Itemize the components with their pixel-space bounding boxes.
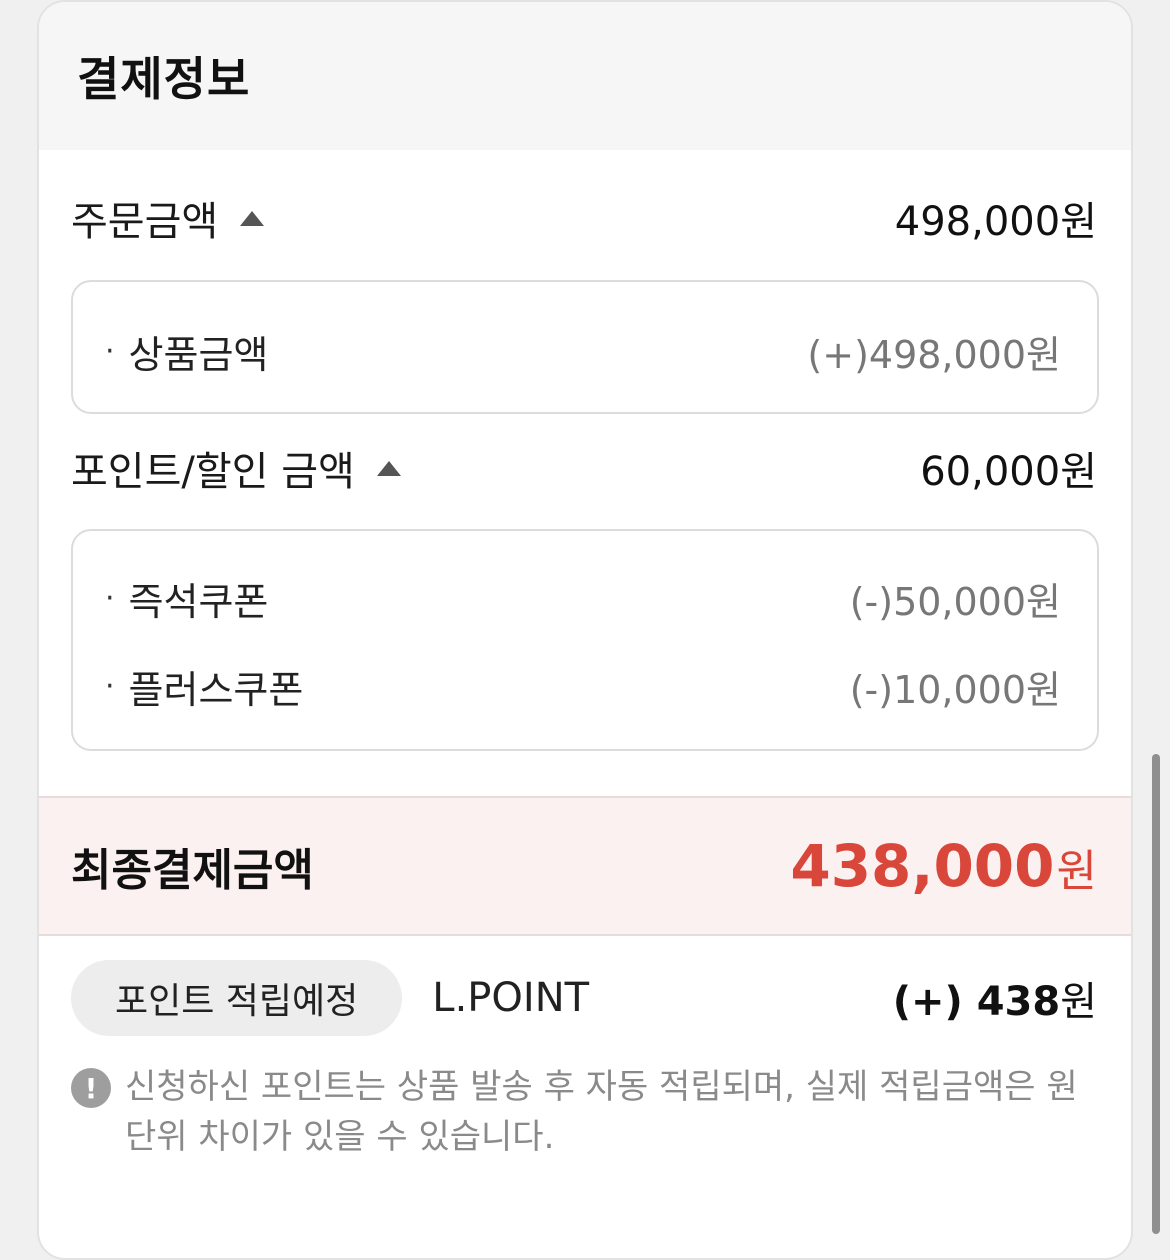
points-unit: 원 <box>1060 979 1097 1025</box>
exclamation-icon: ! <box>71 1068 111 1108</box>
points-badge: 포인트 적립예정 <box>71 960 403 1036</box>
plus-coupon-value: (-)10,000원 <box>849 668 1061 712</box>
list-item: · 즉석쿠폰 (-)50,000원 <box>105 571 1061 626</box>
points-row: 포인트 적립예정 L.POINT (+) 438원 <box>71 960 1097 1036</box>
product-amount-value: (+)498,000원 <box>807 333 1061 377</box>
bullet: · <box>105 581 115 616</box>
order-amount-value: 498,000원 <box>894 199 1097 245</box>
final-payment-amount: 438,000 원 <box>790 832 1097 900</box>
final-payment-label: 최종결제금액 <box>71 845 314 896</box>
bullet: · <box>105 669 115 704</box>
points-provider: L.POINT <box>432 975 590 1021</box>
card-header: 결제정보 <box>39 2 1131 150</box>
bullet: · <box>105 334 115 369</box>
final-payment-number: 438,000 <box>790 832 1055 900</box>
list-item: · 플러스쿠폰 (-)10,000원 <box>105 659 1061 714</box>
page-title: 결제정보 <box>77 52 251 106</box>
plus-coupon-label: 플러스쿠폰 <box>128 668 304 712</box>
discount-amount-label: 포인트/할인 금액 <box>71 449 355 495</box>
order-amount-row[interactable]: 주문금액 498,000원 <box>71 188 1097 248</box>
payment-info-card: 결제정보 주문금액 498,000원 · 상품금액 (+)498,000원 포인… <box>37 0 1133 1260</box>
caret-up-icon[interactable] <box>240 210 265 226</box>
discount-details: · 즉석쿠폰 (-)50,000원 · 플러스쿠폰 (-)10,000원 <box>71 529 1099 751</box>
instant-coupon-value: (-)50,000원 <box>849 580 1061 624</box>
points-notice: ! 신청하신 포인트는 상품 발송 후 자동 적립되며, 실제 적립금액은 원단… <box>71 1062 1097 1162</box>
points-value: (+) 438원 <box>893 969 1097 1027</box>
notice-text: 신청하신 포인트는 상품 발송 후 자동 적립되며, 실제 적립금액은 원단위 … <box>125 1067 1078 1157</box>
instant-coupon-label: 즉석쿠폰 <box>128 580 269 624</box>
order-amount-label: 주문금액 <box>71 199 219 245</box>
points-number: (+) 438 <box>892 979 1061 1025</box>
list-item: · 상품금액 (+)498,000원 <box>105 324 1061 379</box>
final-payment-unit: 원 <box>1056 846 1097 897</box>
product-amount-label: 상품금액 <box>128 333 269 377</box>
order-amount-details: · 상품금액 (+)498,000원 <box>71 280 1099 414</box>
caret-up-icon[interactable] <box>376 460 401 476</box>
discount-amount-value: 60,000원 <box>920 449 1097 495</box>
discount-amount-row[interactable]: 포인트/할인 금액 60,000원 <box>71 438 1097 498</box>
final-payment-section: 최종결제금액 438,000 원 <box>39 796 1131 936</box>
scrollbar[interactable] <box>1152 754 1160 1234</box>
